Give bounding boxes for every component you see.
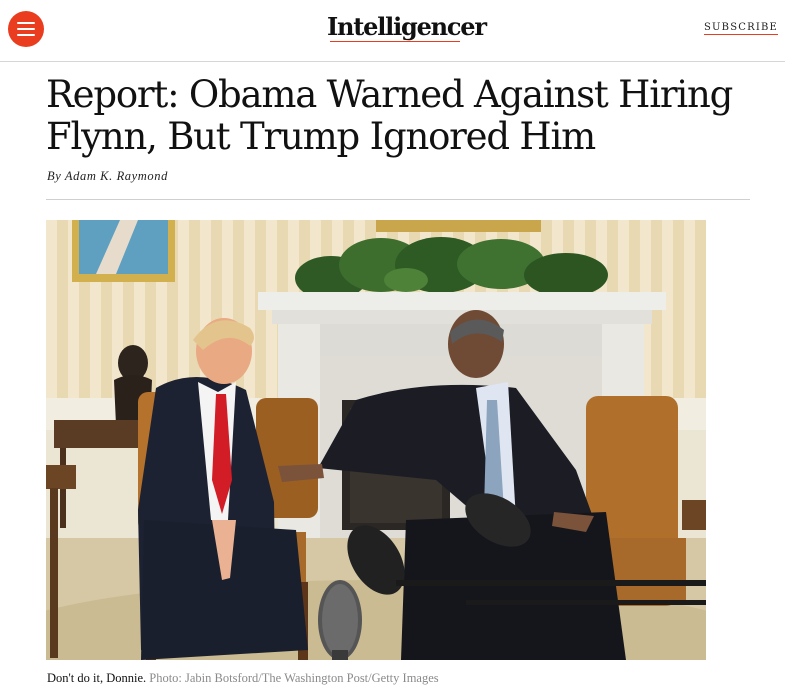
byline-divider <box>46 199 750 200</box>
site-logo[interactable]: Intelligencer <box>327 12 487 41</box>
article-photo <box>46 220 706 660</box>
photo-credit: Photo: Jabin Botsford/The Washington Pos… <box>149 671 439 685</box>
article-headline: Report: Obama Warned Against Hiring Flyn… <box>46 73 733 158</box>
byline-prefix: By <box>47 169 62 183</box>
author-link[interactable]: Adam K. Raymond <box>65 169 168 183</box>
caption-text: Don't do it, Donnie. <box>47 671 147 685</box>
photo-caption: Don't do it, Donnie. Photo: Jabin Botsfo… <box>47 671 439 686</box>
site-header: Intelligencer SUBSCRIBE <box>0 0 785 62</box>
byline: By Adam K. Raymond <box>47 169 168 184</box>
hamburger-menu-icon[interactable] <box>8 11 44 47</box>
subscribe-link[interactable]: SUBSCRIBE <box>704 22 779 35</box>
logo-underline <box>330 41 460 42</box>
